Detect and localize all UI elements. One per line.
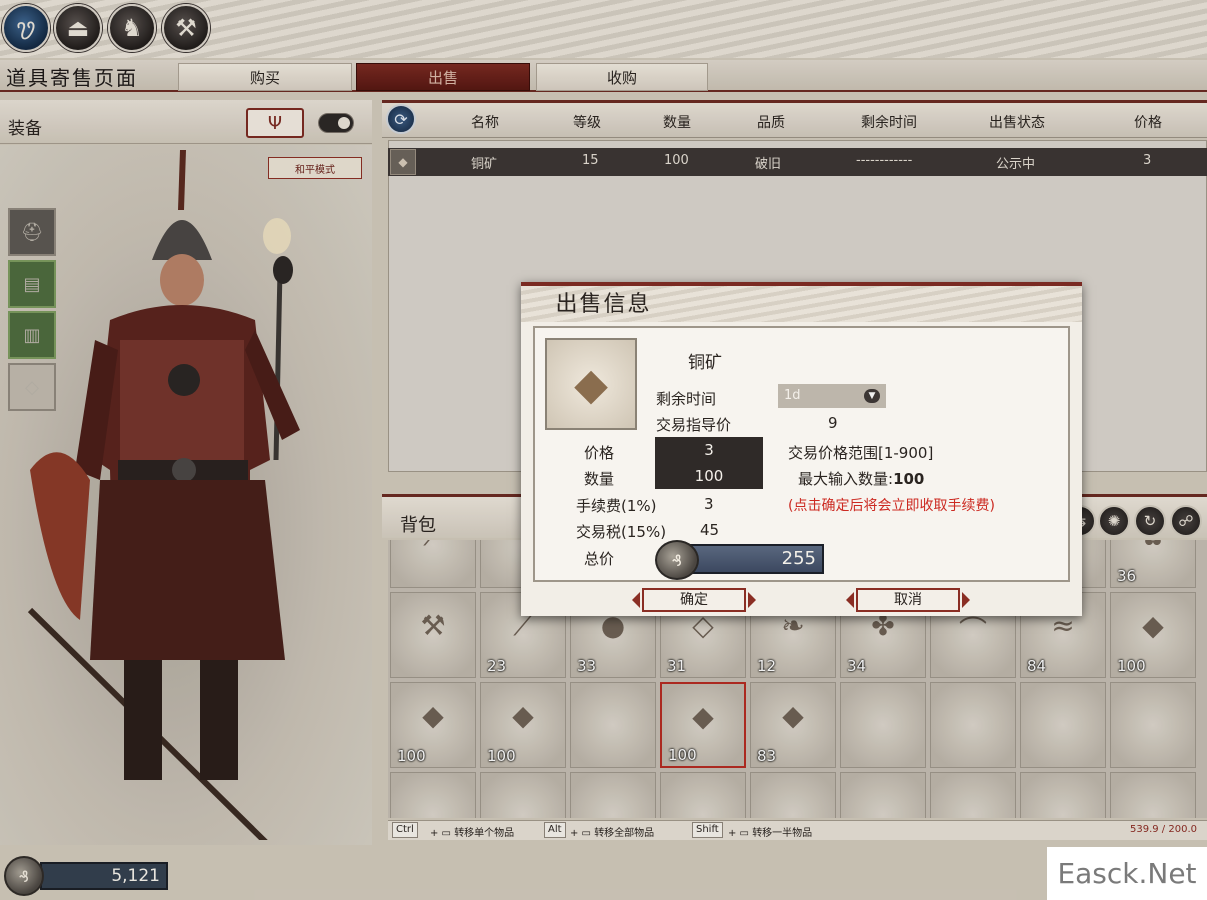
total-label: 总价 xyxy=(584,550,615,568)
price-range: 交易价格范围[1-900] xyxy=(788,444,934,462)
tax-label: 交易税(15%) xyxy=(576,523,667,541)
fee-label: 手续费(1%) xyxy=(576,497,657,515)
guide-price-value: 9 xyxy=(828,414,838,432)
confirm-button[interactable]: 确定 xyxy=(642,588,746,612)
watermark: Easck.Net xyxy=(1047,847,1207,900)
remaining-time-select[interactable]: 1d ▼ xyxy=(778,384,886,408)
price-input[interactable]: 3 xyxy=(655,437,763,463)
dialog-title: 出售信息 xyxy=(555,292,652,317)
fee-value: 3 xyxy=(704,495,714,513)
tax-value: 45 xyxy=(700,521,720,539)
max-quantity: 最大输入数量:100 xyxy=(798,470,925,488)
cancel-button[interactable]: 取消 xyxy=(856,588,960,612)
total-value: 255 xyxy=(690,544,824,574)
remaining-time-label: 剩余时间 xyxy=(656,390,717,408)
price-label: 价格 xyxy=(584,444,615,462)
chevron-down-icon: ▼ xyxy=(864,389,880,403)
copper-ore-icon: ◆ xyxy=(545,338,637,430)
quantity-input[interactable]: 100 xyxy=(655,463,763,489)
quantity-label: 数量 xyxy=(584,470,615,488)
guide-price-label: 交易指导价 xyxy=(656,416,732,434)
coin-icon: ₰ xyxy=(655,540,699,580)
item-name: 铜矿 xyxy=(688,353,722,373)
fee-warning: (点击确定后将会立即收取手续费) xyxy=(788,498,995,514)
